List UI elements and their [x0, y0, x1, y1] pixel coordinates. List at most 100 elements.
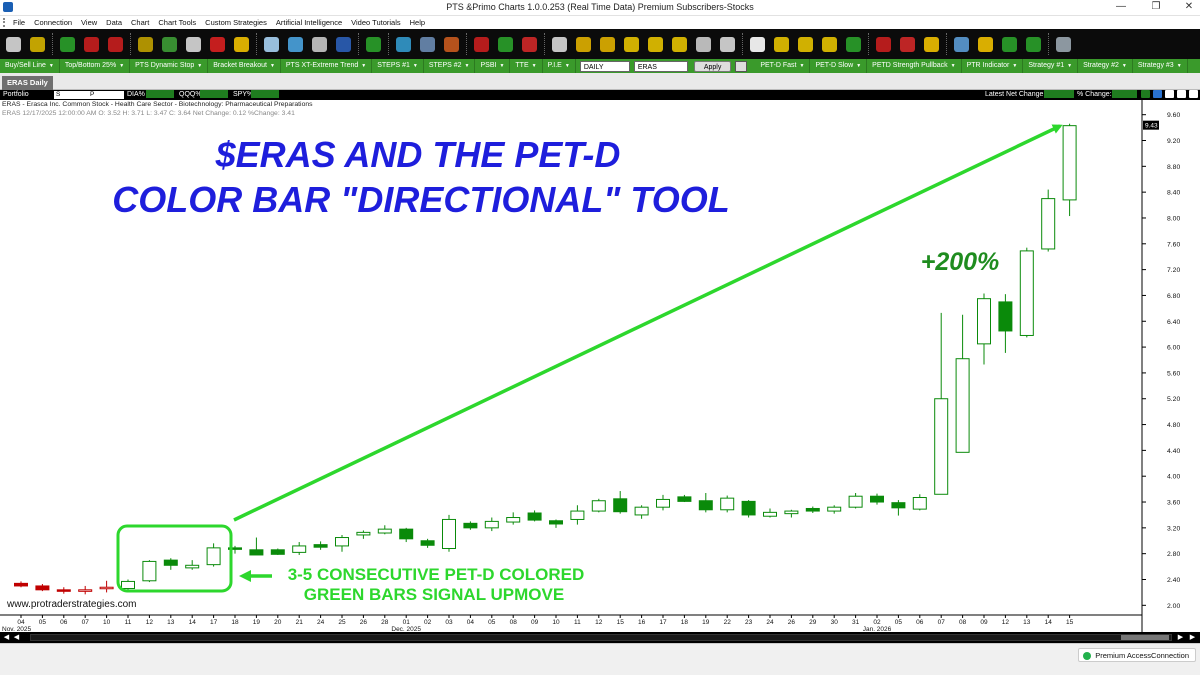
strategy-pts-xt-extreme-trend[interactable]: PTS XT-Extreme Trend ▼ [281, 59, 373, 73]
portfolio-label: Portfolio [3, 91, 29, 98]
vertical-arrows-icon[interactable] [622, 35, 641, 54]
strategy-petd-strength-pullback[interactable]: PETD Strength Pullback ▼ [867, 59, 962, 73]
apply-button[interactable]: Apply [693, 60, 732, 72]
layout-grid-icon[interactable] [922, 35, 941, 54]
toolbar-separator [388, 33, 390, 55]
save-icon[interactable] [550, 35, 569, 54]
list-icon[interactable] [952, 35, 971, 54]
eye-red-icon[interactable] [442, 35, 461, 54]
strategy-strategy-3[interactable]: Strategy #3 ▼ [1133, 59, 1188, 73]
marker-icon[interactable] [718, 35, 737, 54]
period-select[interactable]: DAILY [579, 60, 630, 72]
green-flag-icon[interactable] [1141, 90, 1150, 98]
latest-net-change-value [1044, 90, 1074, 98]
scroll-prev-button[interactable]: ◀ [12, 633, 21, 642]
data-feed-icon[interactable] [28, 35, 47, 54]
volume-bars-icon[interactable] [160, 35, 179, 54]
strategy-pts-dynamic-stop[interactable]: PTS Dynamic Stop ▼ [130, 59, 209, 73]
minimize-button[interactable]: — [1110, 0, 1132, 15]
candles-green-icon[interactable] [844, 35, 863, 54]
satellite-icon[interactable] [262, 35, 281, 54]
eye-icon[interactable] [394, 35, 413, 54]
strategy-strategy-2[interactable]: Strategy #2 ▼ [1078, 59, 1133, 73]
screen-icon[interactable] [418, 35, 437, 54]
candlestick-chart[interactable]: 2.00 2.40 2.80 3.20 3.60 4.00 4.40 4.80 5.20 5.60… [0, 100, 1200, 632]
menu-help[interactable]: Help [410, 18, 425, 27]
menu-file[interactable]: File [13, 18, 25, 27]
up-arrow-icon[interactable] [1165, 90, 1174, 98]
chart-scroll-row: ◀ ◀ ▶ ▶ [0, 632, 1200, 643]
strategy-tte[interactable]: TTE ▼ [510, 59, 543, 73]
menu-chart-tools[interactable]: Chart Tools [158, 18, 196, 27]
refresh-icon[interactable] [976, 35, 995, 54]
menu-custom-strategies[interactable]: Custom Strategies [205, 18, 267, 27]
home-icon[interactable] [1153, 90, 1162, 98]
strategy-label: PET-D Fast [760, 62, 797, 69]
network-icon[interactable] [310, 35, 329, 54]
strategy-ptr-indicator[interactable]: PTR Indicator ▼ [962, 59, 1024, 73]
candles-mixed-icon[interactable] [496, 35, 515, 54]
scroll-icon[interactable] [1189, 90, 1198, 98]
menu-data[interactable]: Data [106, 18, 122, 27]
trend-chart-icon[interactable] [334, 35, 353, 54]
zoom-in-icon[interactable] [574, 35, 593, 54]
green-bars-icon[interactable] [364, 35, 383, 54]
monitor-icon[interactable] [1054, 35, 1073, 54]
strategy-buy-sell-line[interactable]: Buy/Sell Line ▼ [0, 59, 60, 73]
strategy-steps-1[interactable]: STEPS #1 ▼ [372, 59, 424, 73]
tab-eras-daily[interactable]: ERAS Daily [2, 76, 53, 90]
candle-filled [56, 589, 71, 592]
portfolio-select-p[interactable]: P [88, 91, 124, 99]
strategy-psbi[interactable]: PSBI ▼ [475, 59, 511, 73]
candle-hollow [442, 518, 456, 550]
candles-red-icon[interactable] [472, 35, 491, 54]
zigzag-icon[interactable] [1024, 35, 1043, 54]
scroll-right-icon[interactable] [670, 35, 689, 54]
menu-video-tutorials[interactable]: Video Tutorials [351, 18, 400, 27]
symbol-input[interactable]: ERAS [633, 60, 688, 72]
remove-x-icon[interactable] [748, 35, 767, 54]
arrows-up-down-icon[interactable] [874, 35, 893, 54]
crosshair-icon[interactable] [772, 35, 791, 54]
strategy-strategy-1[interactable]: Strategy #1 ▼ [1023, 59, 1079, 73]
go-green-icon[interactable] [58, 35, 77, 54]
down-arrow-icon[interactable] [1177, 90, 1186, 98]
maximize-button[interactable]: ❐ [1145, 0, 1167, 15]
chart-area[interactable]: ERAS - Erasca Inc. Common Stock - Health… [0, 100, 1200, 632]
menu-chart[interactable]: Chart [131, 18, 149, 27]
strategy-steps-2[interactable]: STEPS #2 ▼ [424, 59, 476, 73]
menu-artificial-intelligence[interactable]: Artificial Intelligence [276, 18, 342, 27]
strategy-bracket-breakout[interactable]: Bracket Breakout ▼ [208, 59, 281, 73]
scrollbar-thumb[interactable] [1121, 635, 1169, 640]
currency-icon[interactable] [184, 35, 203, 54]
trend-lines-icon[interactable] [106, 35, 125, 54]
draw-line-icon[interactable] [694, 35, 713, 54]
scroll-next-button[interactable]: ▶ [1176, 633, 1185, 642]
info-line-icon[interactable] [796, 35, 815, 54]
menu-view[interactable]: View [81, 18, 97, 27]
pitchfork-icon[interactable] [820, 35, 839, 54]
chart-candles-icon[interactable] [1000, 35, 1019, 54]
indicator-bars-icon[interactable] [232, 35, 251, 54]
strategy-top-bottom-25-[interactable]: Top/Bottom 25% ▼ [60, 59, 131, 73]
horizontal-scrollbar[interactable] [30, 634, 1172, 641]
delete-red-icon[interactable] [208, 35, 227, 54]
money-icon[interactable] [136, 35, 155, 54]
menu-connection[interactable]: Connection [34, 18, 72, 27]
scroll-last-button[interactable]: ▶ [1188, 633, 1197, 642]
bar-chart-icon[interactable] [4, 35, 23, 54]
strategy-p-i-e[interactable]: P.I.E ▼ [543, 59, 576, 73]
zoom-out-icon[interactable] [598, 35, 617, 54]
pie-circle-icon[interactable] [898, 35, 917, 54]
strategy-pet-d-fast[interactable]: PET-D Fast ▼ [755, 59, 811, 73]
strategy-pet-d-slow[interactable]: PET-D Slow ▼ [810, 59, 868, 73]
scroll-first-button[interactable]: ◀ [2, 633, 11, 642]
x-tick-label: 24 [766, 619, 774, 626]
scroll-left-icon[interactable] [646, 35, 665, 54]
grid-color-icon[interactable] [520, 35, 539, 54]
scanner-icon[interactable] [286, 35, 305, 54]
options-icon[interactable] [735, 60, 748, 72]
portfolio-select-s[interactable]: S [54, 91, 92, 99]
red-green-arrows-icon[interactable] [82, 35, 101, 54]
close-button[interactable]: ✕ [1178, 0, 1200, 15]
